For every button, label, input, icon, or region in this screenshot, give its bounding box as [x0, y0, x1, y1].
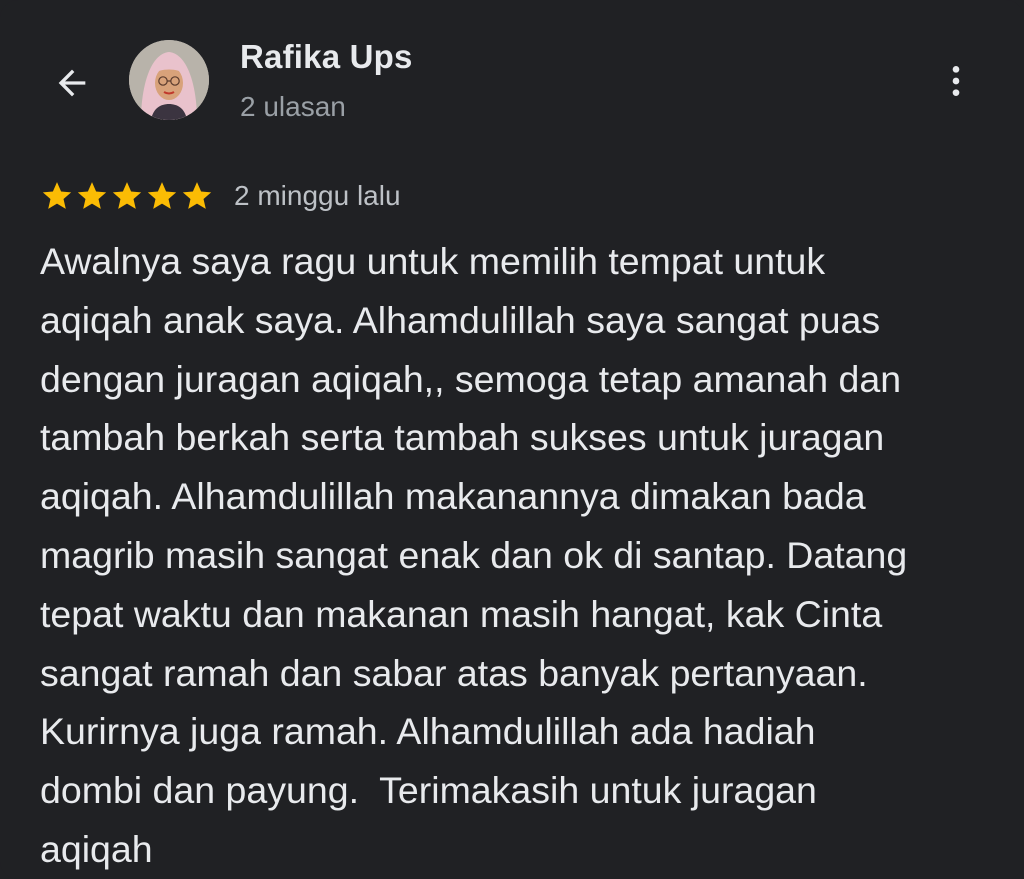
more-vert-icon — [952, 66, 960, 96]
back-button[interactable] — [44, 55, 100, 111]
review-card: Rafika Ups 2 ulasan 2 minggu lalu Awalny… — [0, 0, 1024, 879]
user-avatar — [129, 40, 209, 120]
more-options-button[interactable] — [930, 55, 982, 107]
reviewer-avatar[interactable] — [129, 40, 209, 120]
rating-row: 2 minggu lalu — [40, 176, 401, 216]
arrow-back-icon — [58, 69, 86, 97]
star-rating — [40, 179, 214, 213]
star-icon — [42, 182, 72, 209]
reviewer-name[interactable]: Rafika Ups — [240, 38, 413, 76]
reviewer-header: Rafika Ups 2 ulasan — [0, 0, 1024, 160]
star-icon — [147, 182, 177, 209]
review-text: Awalnya saya ragu untuk memilih tempat u… — [40, 240, 908, 870]
reviewer-review-count: 2 ulasan — [240, 91, 346, 122]
star-icon — [182, 182, 212, 209]
star-icon — [77, 182, 107, 209]
star-icon — [112, 182, 142, 209]
review-time: 2 minggu lalu — [234, 180, 401, 211]
